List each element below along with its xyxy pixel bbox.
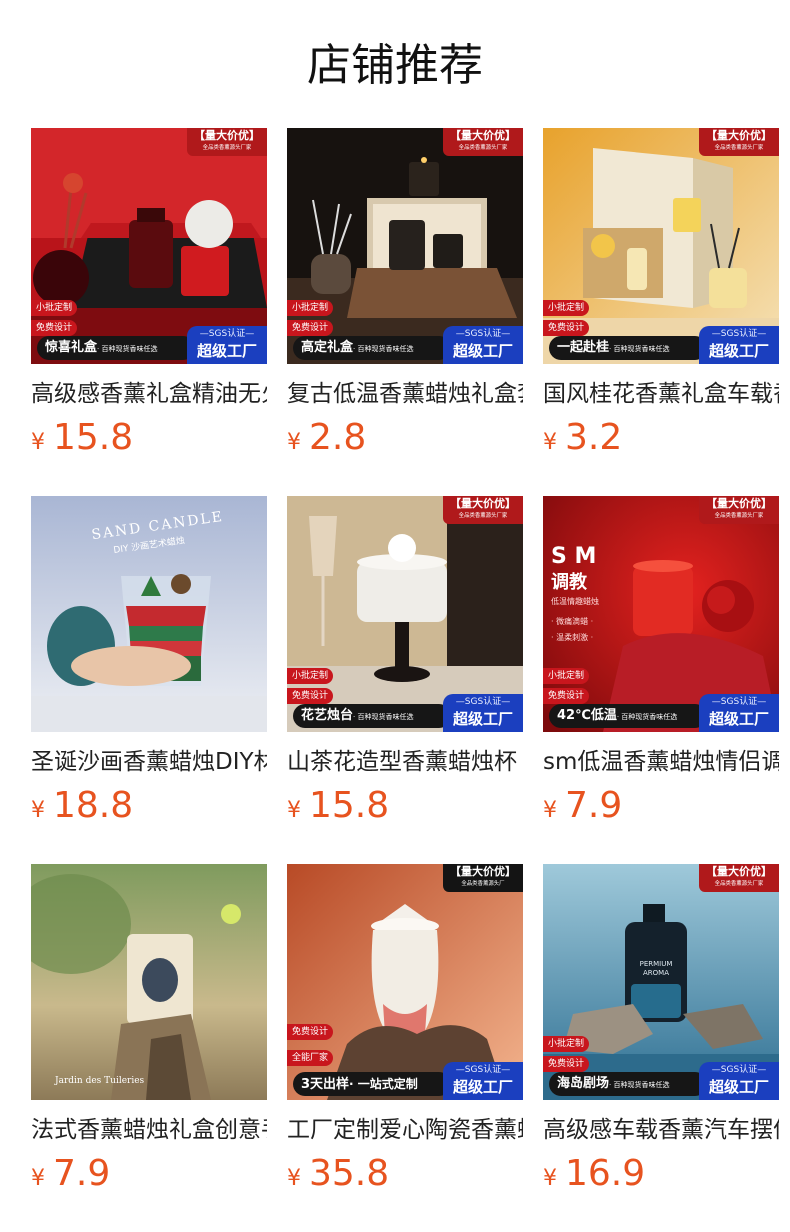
french-candle-illustration	[31, 864, 267, 1100]
product-image[interactable]: 【量大价优】 全品类香薰源头厂家 小批定制 免费设计 惊喜礼盒· 百种现货香味任…	[31, 128, 267, 364]
product-card[interactable]: 【量大价优】 全品类香薰源头厂家 小批定制 免费设计 一起赴桂· 百种现货香味任…	[543, 128, 779, 468]
product-card[interactable]: SAND CANDLE DIY 沙画艺术蜡烛 圣诞沙画香薰蜡烛DIY材料包 ¥1…	[31, 496, 267, 836]
design-tag: 免费设计	[287, 688, 334, 704]
currency-symbol: ¥	[287, 1166, 301, 1191]
sm-feature: · 温柔刺激 ·	[551, 633, 594, 642]
product-price: ¥18.8	[31, 782, 133, 830]
custom-tag: 小批定制	[543, 668, 590, 684]
product-image[interactable]: 【量大价优】 全品类香薰源头厂 免费设计 全能厂家 3天出样· 一站式定制 —S…	[287, 864, 523, 1100]
price-amount: 3.2	[565, 417, 623, 458]
factory-badge: —SGS认证— 超级工厂	[443, 1062, 523, 1100]
promo-badge: 【量大价优】 全品类香薰源头厂家	[187, 128, 267, 156]
price-amount: 35.8	[309, 1153, 390, 1194]
product-name[interactable]: 工厂定制爱心陶瓷香薰蜡烛	[287, 1114, 523, 1146]
design-tag: 免费设计	[543, 688, 590, 704]
product-image[interactable]: 【量大价优】 全品类香薰源头厂家 小批定制 免费设计 一起赴桂· 百种现货香味任…	[543, 128, 779, 364]
factory-badge: —SGS认证— 超级工厂	[187, 326, 267, 364]
product-name[interactable]: 山茶花造型香薰蜡烛杯	[287, 746, 523, 778]
product-price: ¥35.8	[287, 1150, 389, 1198]
promo-badge: 【量大价优】 全品类香薰源头厂家	[443, 128, 523, 156]
currency-symbol: ¥	[287, 430, 301, 455]
product-image[interactable]: Jardin des Tuileries	[31, 864, 267, 1100]
product-price: ¥7.9	[543, 782, 622, 830]
custom-tag: 小批定制	[31, 300, 78, 316]
design-tag: 免费设计	[31, 320, 78, 336]
sm-feature: · 微痛滴蜡 ·	[551, 617, 594, 626]
promo-badge: 【量大价优】 全品类香薰源头厂家	[443, 496, 523, 524]
feature-bar: 海岛剧场· 百种现货香味任选	[549, 1072, 707, 1096]
design-tag: 免费设计	[287, 1024, 334, 1040]
feature-bar: 花艺烛台· 百种现货香味任选	[293, 704, 451, 728]
product-price: ¥16.9	[543, 1150, 645, 1198]
currency-symbol: ¥	[543, 1166, 557, 1191]
product-card[interactable]: 【量大价优】 全品类香薰源头厂家 小批定制 免费设计 花艺烛台· 百种现货香味任…	[287, 496, 523, 836]
currency-symbol: ¥	[287, 798, 301, 823]
product-image[interactable]: 【量大价优】 全品类香薰源头厂家 小批定制 免费设计 花艺烛台· 百种现货香味任…	[287, 496, 523, 732]
product-price: ¥2.8	[287, 414, 366, 462]
sm-feature: 低温情趣蜡烛	[551, 597, 599, 606]
product-name[interactable]: 高级感香薰礼盒精油无火香薰	[31, 378, 267, 410]
feature-bar: 42℃低温· 百种现货香味任选	[549, 704, 707, 728]
product-image[interactable]: 【量大价优】 全品类香薰源头厂家 小批定制 免费设计 高定礼盒· 百种现货香味任…	[287, 128, 523, 364]
price-amount: 15.8	[309, 785, 390, 826]
currency-symbol: ¥	[31, 430, 45, 455]
page-title: 店铺推荐	[307, 40, 483, 91]
product-card[interactable]: 【量大价优】 全品类香薰源头厂家 小批定制 免费设计 高定礼盒· 百种现货香味任…	[287, 128, 523, 468]
product-price: ¥15.8	[287, 782, 389, 830]
currency-symbol: ¥	[31, 798, 45, 823]
promo-badge: 【量大价优】 全品类香薰源头厂家	[699, 864, 779, 892]
product-image[interactable]: PERMIUM AROMA 【量大价优】 全品类香薰源头厂家 小批定制 免费设计…	[543, 864, 779, 1100]
design-tag: 免费设计	[287, 320, 334, 336]
factory-badge: —SGS认证— 超级工厂	[699, 1062, 779, 1100]
custom-tag: 小批定制	[543, 1036, 590, 1052]
currency-symbol: ¥	[31, 1166, 45, 1191]
currency-symbol: ¥	[543, 430, 557, 455]
feature-bar: 3天出样· 一站式定制	[293, 1072, 451, 1096]
product-name[interactable]: 法式香薰蜡烛礼盒创意手工	[31, 1114, 267, 1146]
product-card[interactable]: Jardin des Tuileries 法式香薰蜡烛礼盒创意手工 ¥7.9	[31, 864, 267, 1204]
price-amount: 15.8	[53, 417, 134, 458]
price-amount: 2.8	[309, 417, 367, 458]
custom-tag: 小批定制	[543, 300, 590, 316]
product-name[interactable]: 国风桂花香薰礼盒车载香薰	[543, 378, 779, 410]
price-amount: 7.9	[53, 1153, 111, 1194]
price-amount: 16.9	[565, 1153, 646, 1194]
manufacturer-tag: 全能厂家	[287, 1050, 334, 1066]
custom-tag: 小批定制	[287, 668, 334, 684]
product-price: ¥3.2	[543, 414, 622, 462]
product-name[interactable]: 圣诞沙画香薰蜡烛DIY材料包	[31, 746, 267, 778]
price-amount: 7.9	[565, 785, 623, 826]
custom-tag: 小批定制	[287, 300, 334, 316]
product-name[interactable]: 高级感车载香薰汽车摆件	[543, 1114, 779, 1146]
factory-badge: —SGS认证— 超级工厂	[699, 326, 779, 364]
product-name[interactable]: sm低温香薰蜡烛情侣调情	[543, 746, 779, 778]
design-tag: 免费设计	[543, 1056, 590, 1072]
feature-bar: 惊喜礼盒· 百种现货香味任选	[37, 336, 195, 360]
product-price: ¥7.9	[31, 1150, 110, 1198]
product-image[interactable]: SAND CANDLE DIY 沙画艺术蜡烛	[31, 496, 267, 732]
sm-subtitle: 调教	[551, 572, 587, 593]
promo-badge: 【量大价优】 全品类香薰源头厂	[443, 864, 523, 892]
candle-label-text: Jardin des Tuileries	[55, 1076, 145, 1086]
factory-badge: —SGS认证— 超级工厂	[443, 694, 523, 732]
factory-badge: —SGS认证— 超级工厂	[443, 326, 523, 364]
product-image[interactable]: 【量大价优】 全品类香薰源头厂家 S M 调教 低温情趣蜡烛 · 微痛滴蜡 · …	[543, 496, 779, 732]
product-card[interactable]: PERMIUM AROMA 【量大价优】 全品类香薰源头厂家 小批定制 免费设计…	[543, 864, 779, 1204]
bottle-label: PERMIUM AROMA	[639, 960, 673, 977]
product-card[interactable]: 【量大价优】 全品类香薰源头厂家 小批定制 免费设计 惊喜礼盒· 百种现货香味任…	[31, 128, 267, 468]
feature-bar: 高定礼盒· 百种现货香味任选	[293, 336, 451, 360]
product-price: ¥15.8	[31, 414, 133, 462]
sm-title: S M	[551, 544, 597, 569]
currency-symbol: ¥	[543, 798, 557, 823]
design-tag: 免费设计	[543, 320, 590, 336]
product-card[interactable]: 【量大价优】 全品类香薰源头厂 免费设计 全能厂家 3天出样· 一站式定制 —S…	[287, 864, 523, 1204]
promo-badge: 【量大价优】 全品类香薰源头厂家	[699, 128, 779, 156]
product-name[interactable]: 复古低温香薰蜡烛礼盒套装	[287, 378, 523, 410]
factory-badge: —SGS认证— 超级工厂	[699, 694, 779, 732]
feature-bar: 一起赴桂· 百种现货香味任选	[549, 336, 707, 360]
price-amount: 18.8	[53, 785, 134, 826]
product-card[interactable]: 【量大价优】 全品类香薰源头厂家 S M 调教 低温情趣蜡烛 · 微痛滴蜡 · …	[543, 496, 779, 836]
promo-badge: 【量大价优】 全品类香薰源头厂家	[699, 496, 779, 524]
